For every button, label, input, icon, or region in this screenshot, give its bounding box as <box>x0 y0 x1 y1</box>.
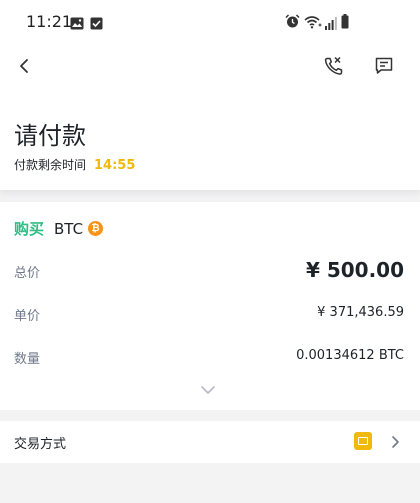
check-box-icon <box>90 15 103 34</box>
quantity-label: 数量 <box>14 352 41 367</box>
app-bar <box>0 44 420 92</box>
coin-name: BTC <box>54 219 84 238</box>
price-label: 单价 <box>14 309 41 324</box>
battery-icon <box>341 14 349 33</box>
price-value: ¥ 371,436.59 <box>317 305 404 320</box>
back-button[interactable] <box>10 54 38 82</box>
phone-icon <box>323 55 345 81</box>
status-bar: 11:21 <box>0 0 420 44</box>
order-details: 购买 BTC ₿ 总价 ¥ 500.00 单价 ¥ 371,436.59 数量 … <box>0 202 420 410</box>
timer-row: 付款剩余时间 14:55 <box>14 156 135 173</box>
total-value: ¥ 500.00 <box>305 258 404 282</box>
payment-header: 请付款 付款剩余时间 14:55 <box>0 92 420 190</box>
signal-icon <box>325 15 337 34</box>
page-title: 请付款 <box>14 122 86 150</box>
back-chevron-icon <box>18 58 30 78</box>
message-button[interactable] <box>370 54 398 82</box>
expand-chevron-icon[interactable] <box>200 380 216 399</box>
payment-method-row[interactable]: 交易方式 <box>0 421 420 463</box>
chevron-right-icon <box>390 434 400 453</box>
total-label: 总价 <box>14 266 41 281</box>
call-button[interactable] <box>320 54 348 82</box>
payment-method-label: 交易方式 <box>14 437 67 452</box>
bitcoin-icon: ₿ <box>88 221 104 236</box>
status-time: 11:21 <box>26 12 73 31</box>
wifi-icon <box>304 14 322 33</box>
timer-label: 付款剩余时间 <box>14 158 87 172</box>
quantity-value: 0.00134612 BTC <box>296 348 404 363</box>
payment-card-icon <box>354 432 372 450</box>
trade-side-row: 购买 BTC ₿ <box>14 218 104 239</box>
image-icon <box>70 15 84 34</box>
alarm-icon <box>285 14 300 33</box>
timer-value: 14:55 <box>94 158 136 173</box>
chat-icon <box>374 56 394 80</box>
trade-side: 购买 <box>14 220 45 238</box>
